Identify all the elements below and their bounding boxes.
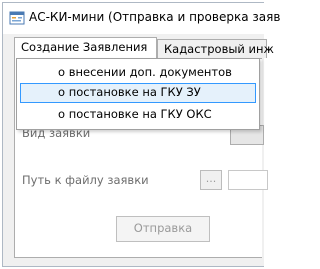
file-path-label: Путь к файлу заявки bbox=[22, 173, 149, 187]
title-bar[interactable]: АС-КИ-мини (Отправка и проверка заяв bbox=[3, 3, 280, 34]
tab-create-request[interactable]: Создание Заявления bbox=[14, 37, 157, 59]
menu-item-gku-land-plot[interactable]: о постановке на ГКУ ЗУ bbox=[20, 83, 256, 103]
window-title: АС-КИ-мини (Отправка и проверка заяв bbox=[29, 10, 281, 24]
send-button[interactable]: Отправка bbox=[116, 216, 210, 242]
tab-strip: Создание Заявления Кадастровый инж bbox=[14, 37, 274, 59]
request-type-dropdown: о внесении доп. документов о постановке … bbox=[16, 58, 260, 130]
menu-item-additional-documents[interactable]: о внесении доп. документов bbox=[20, 63, 256, 83]
tab-cadastral-engineer[interactable]: Кадастровый инж bbox=[157, 39, 274, 58]
menu-item-gku-capital-object[interactable]: о постановке на ГКУ ОКС bbox=[20, 105, 256, 125]
app-form-icon bbox=[9, 10, 25, 26]
browse-button[interactable]: ... bbox=[200, 170, 222, 190]
file-path-input[interactable] bbox=[228, 170, 268, 190]
